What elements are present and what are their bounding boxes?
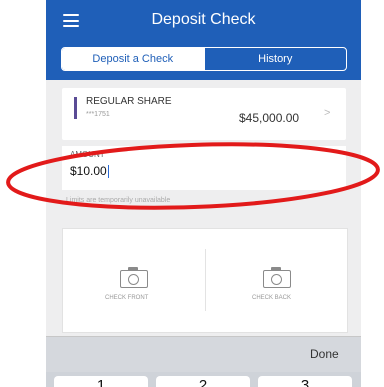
tab-deposit-a-check[interactable]: Deposit a Check [62, 48, 204, 70]
keyboard-toolbar: Done [46, 336, 361, 373]
check-photo-area: CHECK FRONT CHECK BACK [62, 228, 348, 333]
amount-input[interactable]: $10.00 [70, 164, 109, 179]
limits-notice: Limits are temporarily unavailable [66, 197, 171, 204]
camera-icon [120, 267, 148, 288]
amount-value: $10.00 [70, 164, 107, 178]
check-front-button[interactable]: CHECK FRONT [63, 229, 205, 332]
account-selector[interactable]: REGULAR SHARE ***1751 $45,000.00 > [62, 88, 346, 140]
text-cursor [107, 165, 109, 179]
check-back-button[interactable]: CHECK BACK [206, 229, 347, 332]
account-color-bar [74, 97, 77, 119]
key-3[interactable]: 3 [258, 376, 352, 387]
check-back-label: CHECK BACK [252, 295, 292, 301]
page-title: Deposit Check [151, 11, 256, 28]
app-header: Deposit Check Deposit a Check History [46, 0, 361, 80]
segmented-control: Deposit a Check History [61, 47, 347, 71]
chevron-right-icon: > [324, 107, 331, 119]
key-1[interactable]: 1 [54, 376, 148, 387]
check-front-label: CHECK FRONT [105, 295, 149, 301]
account-number: ***1751 [86, 111, 110, 118]
account-balance: $45,000.00 [239, 111, 300, 125]
done-button[interactable]: Done [310, 347, 339, 361]
camera-icon [263, 267, 291, 288]
tab-history[interactable]: History [203, 48, 347, 70]
amount-label: AMOUNT [70, 150, 105, 159]
mobile-screen: Deposit Check Deposit a Check History RE… [46, 0, 361, 387]
amount-field[interactable]: AMOUNT $10.00 [62, 146, 346, 190]
key-2[interactable]: 2 [156, 376, 250, 387]
account-name: REGULAR SHARE [86, 96, 172, 107]
numeric-keyboard: 1 2 3 [46, 372, 361, 387]
